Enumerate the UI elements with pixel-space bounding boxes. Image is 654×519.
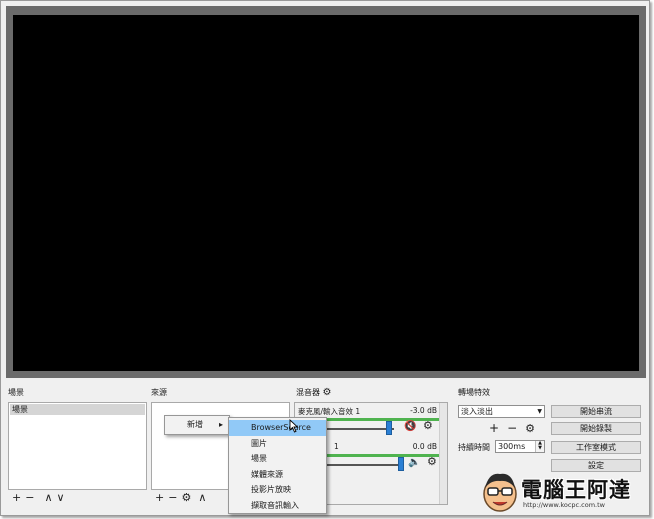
sources-context-menu: 新增 ▸	[164, 415, 230, 435]
add-source-submenu: BrowserSource 圖片 場景 媒體來源 投影片放映 擷取音訊輸入	[228, 417, 327, 514]
mouse-cursor-icon	[289, 418, 299, 436]
watermark-title: 電腦王阿達	[521, 478, 631, 502]
mixer-title-label: 混音器	[296, 388, 320, 397]
speaker-icon[interactable]: 🔈	[408, 457, 420, 469]
studio-mode-button[interactable]: 工作室模式	[551, 441, 641, 454]
track-name: 1	[334, 442, 339, 451]
mascot-logo-icon	[483, 473, 517, 512]
menu-item-scene[interactable]: 場景	[229, 451, 326, 467]
sources-dock-title: 來源	[151, 388, 167, 397]
transition-select-value: 淡入淡出	[461, 407, 493, 416]
mixer-gear-icon[interactable]: ⚙	[323, 387, 332, 398]
watermark-url: http://www.kocpc.com.tw	[523, 501, 605, 509]
transition-properties-gear-icon[interactable]: ⚙	[525, 422, 535, 435]
scene-list-item[interactable]: 場景	[10, 404, 145, 415]
menu-item-audio-input-capture[interactable]: 擷取音訊輸入	[229, 498, 326, 514]
transition-select[interactable]: 淡入淡出 ▼	[458, 405, 545, 418]
source-properties-gear-icon[interactable]: ⚙	[181, 492, 191, 504]
sources-toolbar: + − ⚙ ∧	[155, 491, 206, 505]
add-scene-button[interactable]: +	[12, 492, 21, 504]
track-settings-gear-icon[interactable]: ⚙	[423, 420, 433, 432]
move-scene-down-button[interactable]: ∨	[57, 492, 65, 504]
move-scene-up-button[interactable]: ∧	[44, 492, 52, 504]
start-recording-button[interactable]: 開始錄製	[551, 422, 641, 435]
submenu-arrow-icon: ▸	[218, 420, 223, 429]
add-menu-label: 新增	[187, 420, 203, 429]
preview-canvas[interactable]	[13, 15, 639, 371]
add-source-button[interactable]: +	[155, 492, 164, 504]
volume-slider-handle[interactable]	[398, 457, 404, 471]
add-menu-item[interactable]: 新增 ▸	[165, 416, 229, 434]
obs-main-window: 場景 場景 + − ∧ ∨ 來源 + − ⚙ ∧ 混音器 ⚙ 麥克風/輸入音效 …	[0, 0, 650, 516]
chevron-down-icon: ▼	[537, 408, 542, 415]
remove-scene-button[interactable]: −	[25, 492, 34, 504]
watermark: 電腦王阿達 http://www.kocpc.com.tw	[479, 468, 649, 518]
menu-item-image[interactable]: 圖片	[229, 436, 326, 452]
scenes-toolbar: + − ∧ ∨	[12, 491, 65, 505]
remove-transition-button[interactable]: −	[507, 421, 517, 435]
duration-value: 300ms	[498, 442, 526, 451]
preview-frame	[6, 6, 646, 378]
scenes-list[interactable]: 場景	[8, 402, 147, 490]
duration-label: 持續時間	[458, 443, 490, 452]
track-name: 麥克風/輸入音效 1	[298, 407, 361, 416]
volume-slider-handle[interactable]	[386, 421, 392, 435]
scenes-dock-title: 場景	[8, 388, 24, 397]
duration-input[interactable]: 300ms ▲ ▼	[495, 440, 545, 453]
add-transition-button[interactable]: +	[489, 421, 499, 435]
transitions-dock-title: 轉場特效	[458, 388, 490, 397]
menu-item-browser-source[interactable]: BrowserSource	[229, 420, 326, 436]
move-source-up-button[interactable]: ∧	[198, 492, 206, 504]
spinner-arrows-icon[interactable]: ▲ ▼	[535, 441, 544, 452]
track-volume-db: -3.0 dB	[410, 406, 437, 415]
menu-item-media-source[interactable]: 媒體來源	[229, 467, 326, 483]
track-settings-gear-icon[interactable]: ⚙	[427, 456, 437, 468]
mixer-dock-title: 混音器 ⚙	[296, 387, 332, 398]
menu-item-slideshow[interactable]: 投影片放映	[229, 482, 326, 498]
mixer-scrollbar[interactable]	[439, 403, 447, 504]
muted-speaker-icon[interactable]: 🔇	[404, 421, 416, 433]
track-volume-db: 0.0 dB	[412, 442, 437, 451]
transition-toolbar: + − ⚙	[489, 421, 535, 435]
start-streaming-button[interactable]: 開始串流	[551, 405, 641, 418]
remove-source-button[interactable]: −	[168, 492, 177, 504]
